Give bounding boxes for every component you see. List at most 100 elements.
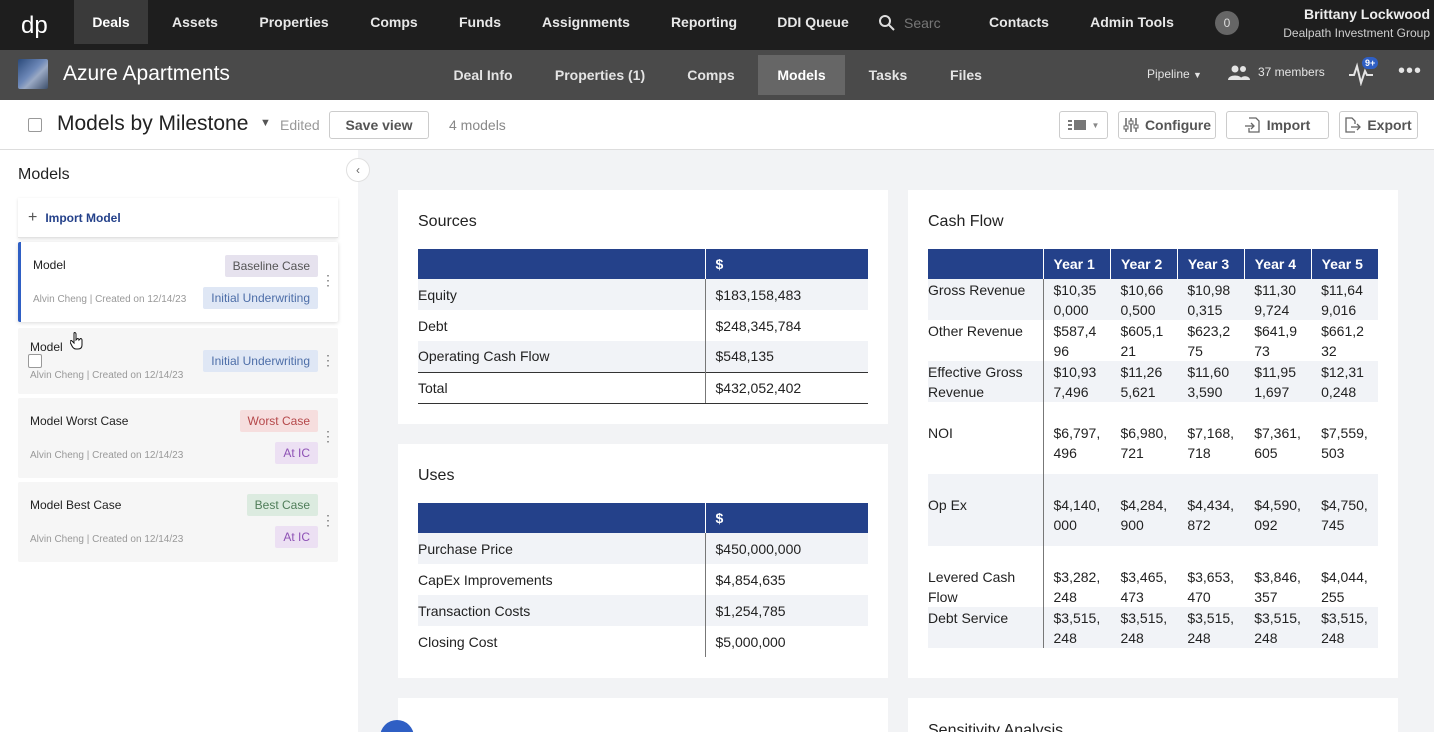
table-row: NOI $6,797, 496 $6,980, 721 $7,168, 718 $7,3… xyxy=(928,402,1378,474)
nav-properties[interactable]: Properties xyxy=(250,0,338,44)
nav-comps[interactable]: Comps xyxy=(358,0,430,44)
row-label: Closing Cost xyxy=(418,633,498,650)
notification-badge: 9+ xyxy=(1362,57,1379,69)
chevron-down-icon: ▼ xyxy=(1091,120,1100,130)
chevron-down-icon: ▼ xyxy=(1193,70,1202,80)
deal-thumbnail xyxy=(18,59,48,89)
column-header: Year 3 xyxy=(1176,249,1245,279)
cell-value: $3,515, 248 xyxy=(1311,607,1378,648)
kebab-menu-icon[interactable]: ⋮ xyxy=(321,428,335,445)
cell-value: $11,26 5,621 xyxy=(1110,361,1178,402)
select-all-checkbox[interactable] xyxy=(28,118,42,132)
row-label: Gross Revenue xyxy=(928,279,1044,320)
milestone-tag: At IC xyxy=(275,526,318,548)
model-name: Model Worst Case xyxy=(30,414,129,428)
row-label: Effective Gross Revenue xyxy=(928,361,1044,402)
cell-value: $11,64 9,016 xyxy=(1311,279,1378,320)
row-label: Debt Service xyxy=(928,607,1044,648)
cell-value: $3,515, 248 xyxy=(1244,607,1312,648)
kebab-menu-icon[interactable]: ⋮ xyxy=(321,272,335,289)
model-checkbox[interactable] xyxy=(28,354,42,368)
kebab-menu-icon[interactable]: ⋮ xyxy=(321,512,335,529)
configure-button[interactable]: Configure xyxy=(1118,111,1216,139)
nav-funds[interactable]: Funds xyxy=(444,0,516,44)
cell-value: $10,98 0,315 xyxy=(1177,279,1245,320)
model-name: Model Best Case xyxy=(30,498,122,512)
cell-value: $1,254,785 xyxy=(704,595,868,626)
table-row: Op Ex $4,140, 000 $4,284, 900 $4,434, 872 $4… xyxy=(928,474,1378,546)
people-icon xyxy=(1228,65,1250,80)
nav-assignments[interactable]: Assignments xyxy=(536,0,636,44)
model-meta: Alvin Cheng | Created on 12/14/23 xyxy=(30,534,184,545)
cell-value: $7,168, 718 xyxy=(1187,425,1235,461)
sensitivity-panel: Sensitivity Analysis xyxy=(908,698,1398,732)
tab-properties[interactable]: Properties (1) xyxy=(546,55,654,95)
cell-value: $183,158,483 xyxy=(704,279,868,310)
dealpath-logo[interactable]: dp xyxy=(0,0,70,50)
kebab-menu-icon[interactable]: ⋮ xyxy=(321,352,335,369)
nav-admin-tools[interactable]: Admin Tools xyxy=(1082,0,1182,44)
cell-value: $6,797, 496 xyxy=(1053,425,1101,461)
chevron-left-icon: ‹ xyxy=(356,163,360,177)
save-view-button[interactable]: Save view xyxy=(329,111,429,139)
uses-title: Uses xyxy=(418,467,455,484)
pipeline-label: Pipeline xyxy=(1147,67,1190,81)
nav-assets[interactable]: Assets xyxy=(160,0,230,44)
model-name: Model xyxy=(33,258,66,272)
tab-deal-info[interactable]: Deal Info xyxy=(440,55,526,95)
more-icon[interactable]: ••• xyxy=(1398,60,1422,83)
cell-value: $587,4 96 xyxy=(1053,323,1097,359)
cell-value: $7,559, 503 xyxy=(1321,425,1368,461)
deal-header: Azure Apartments Deal Info Properties (1… xyxy=(0,50,1434,100)
table-row: CapEx Improvements $4,854,635 xyxy=(418,564,868,595)
cell-value: $4,140, 000 xyxy=(1043,474,1111,546)
members-button[interactable]: 37 members xyxy=(1228,64,1325,80)
tab-models[interactable]: Models xyxy=(758,55,845,95)
milestone-tag: Best Case xyxy=(246,494,318,516)
layout-toggle-button[interactable]: ▼ xyxy=(1059,111,1108,139)
table-row: Total $432,052,402 xyxy=(418,371,868,404)
tab-tasks[interactable]: Tasks xyxy=(856,55,920,95)
table-row: Closing Cost $5,000,000 xyxy=(418,626,868,657)
row-label: Total xyxy=(418,371,705,404)
nav-search[interactable]: Searc xyxy=(878,12,941,34)
column-header xyxy=(928,249,1043,279)
members-count: 37 members xyxy=(1258,65,1325,79)
import-model-button[interactable]: + Import Model xyxy=(18,198,338,238)
collapse-sidebar-button[interactable]: ‹ xyxy=(346,158,370,182)
nav-contacts[interactable]: Contacts xyxy=(980,0,1058,44)
view-title[interactable]: Models by Milestone xyxy=(57,112,248,136)
user-name[interactable]: Brittany Lockwood xyxy=(1304,6,1430,22)
cell-value: $4,750, 745 xyxy=(1311,474,1378,546)
milestone-tag: Initial Underwriting xyxy=(203,287,318,309)
column-header: $ xyxy=(705,249,868,279)
row-label: Other Revenue xyxy=(928,320,1044,361)
notification-avatar[interactable]: 0 xyxy=(1215,11,1239,35)
nav-deals[interactable]: Deals xyxy=(74,0,148,44)
nav-reporting[interactable]: Reporting xyxy=(664,0,744,44)
top-nav: dp Deals Assets Properties Comps Funds A… xyxy=(0,0,1434,50)
plus-icon: + xyxy=(28,208,38,226)
uses-table: $ Purchase Price $450,000,000 CapEx Impro… xyxy=(418,503,868,657)
nav-ddi-queue[interactable]: DDI Queue xyxy=(770,0,856,44)
cell-value: $248,345,784 xyxy=(704,310,868,341)
pipeline-dropdown[interactable]: Pipeline ▼ xyxy=(1147,67,1202,81)
tab-files[interactable]: Files xyxy=(938,55,994,95)
tab-comps[interactable]: Comps xyxy=(676,55,746,95)
deal-title: Azure Apartments xyxy=(63,62,230,85)
model-card[interactable]: Model Worst Case Worst Case Alvin Cheng … xyxy=(18,398,338,478)
milestone-tag: At IC xyxy=(275,442,318,464)
column-header: Year 4 xyxy=(1243,249,1312,279)
model-card[interactable]: Model Initial Underwriting Alvin Cheng |… xyxy=(18,328,338,394)
chevron-down-icon[interactable]: ▼ xyxy=(260,117,271,129)
models-sidebar-title: Models xyxy=(18,166,70,183)
model-meta: Alvin Cheng | Created on 12/14/23 xyxy=(30,450,184,461)
row-label: Op Ex xyxy=(928,474,1044,546)
import-icon xyxy=(1244,117,1260,133)
import-button[interactable]: Import xyxy=(1226,111,1329,139)
export-button[interactable]: Export xyxy=(1339,111,1418,139)
table-row: Gross Revenue $10,35 0,000 $10,66 0,500 $10… xyxy=(928,279,1378,320)
model-card[interactable]: Model Baseline Case Alvin Cheng | Create… xyxy=(18,242,338,322)
model-card[interactable]: Model Best Case Best Case Alvin Cheng | … xyxy=(18,482,338,562)
table-row: Effective Gross Revenue $10,93 7,496 $11,2… xyxy=(928,361,1378,402)
